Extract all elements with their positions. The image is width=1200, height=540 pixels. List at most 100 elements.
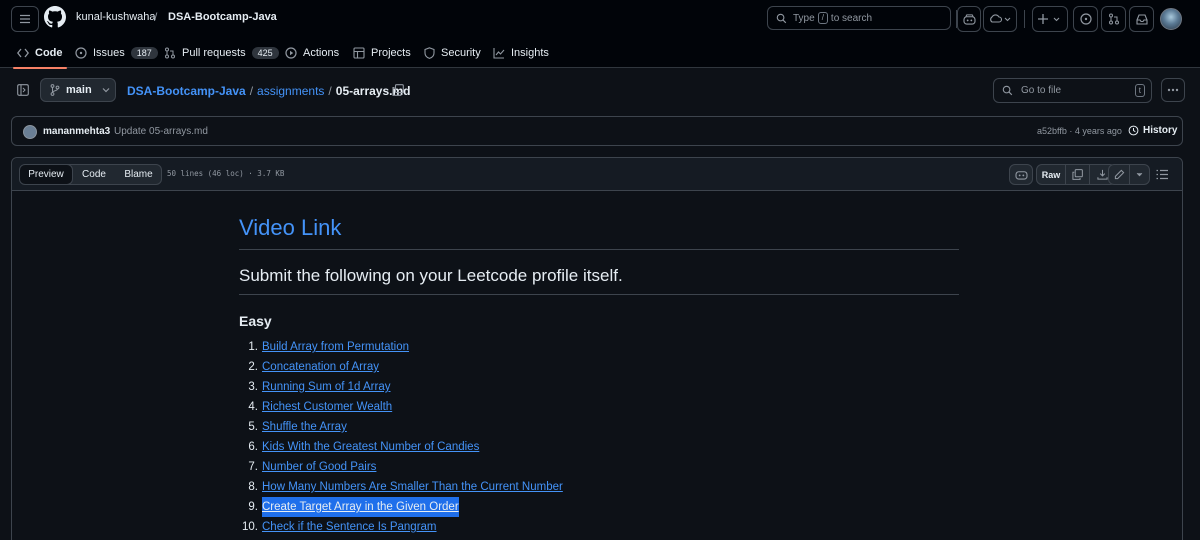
inbox-icon[interactable] [1129,6,1154,32]
commit-message[interactable]: Update 05-arrays.md [114,126,208,137]
copilot-dropdown-icon[interactable] [983,6,1017,32]
play-icon [285,47,297,59]
breadcrumb-repo-link[interactable]: DSA-Bootcamp-Java [127,84,246,98]
list-item: 4. Richest Customer Wealth [239,397,959,417]
tab-label: Insights [511,47,549,59]
easy-heading: Easy [239,313,272,329]
video-link[interactable]: Video Link [239,215,341,240]
shield-icon [423,47,435,59]
tab-label: Security [441,47,481,59]
branch-name: main [66,84,92,96]
tab-projects[interactable]: Projects [353,38,411,68]
repo-name-link[interactable]: DSA-Bootcamp-Java [168,11,277,23]
pull-request-icon [164,47,176,59]
hamburger-menu-icon[interactable] [11,6,39,32]
file-view: Preview Code Blame 50 lines (46 loc) · 3… [11,157,1183,540]
list-item: 3. Running Sum of 1d Array [239,377,959,397]
issues-icon[interactable] [1073,6,1098,32]
go-to-file-input[interactable]: Go to file t [993,78,1152,103]
chevron-down-icon [102,88,110,93]
list-item: 2. Concatenation of Array [239,357,959,377]
repo-nav-tabs: Code Issues 187 Pull requests 425 Action… [0,38,1200,69]
edit-button-group [1108,164,1150,185]
edit-dropdown-icon[interactable] [1129,165,1149,184]
pull-requests-count-badge: 425 [251,47,279,59]
problem-link[interactable]: Number of Good Pairs [262,457,376,477]
problem-link[interactable]: Check if the Sentence Is Pangram [262,517,437,537]
tab-pull-requests[interactable]: Pull requests 425 [164,38,279,68]
breadcrumb-separator: / [249,84,254,98]
copilot-icon[interactable] [957,6,981,32]
global-search-input[interactable]: Type / to search [767,6,951,30]
breadcrumb-folder-link[interactable]: assignments [257,84,324,98]
list-item: 6. Kids With the Greatest Number of Candi… [239,437,959,457]
problem-link[interactable]: Running Sum of 1d Array [262,377,391,397]
video-link-heading: Video Link [239,213,959,250]
history-button[interactable]: History [1128,125,1177,136]
search-label: Type [793,12,815,24]
issues-count-badge: 187 [130,47,158,59]
view-mode-toggle: Preview Code Blame [19,164,162,185]
branch-selector-button[interactable]: main [40,78,116,102]
copy-path-icon[interactable] [392,84,404,99]
repo-owner-link[interactable]: kunal-kushwaha [76,11,156,23]
list-item: 5. Shuffle the Array [239,417,959,437]
problem-link[interactable]: How Many Numbers Are Smaller Than the Cu… [262,477,563,497]
go-to-file-shortcut-key: t [1134,84,1145,97]
create-new-icon[interactable] [1032,6,1068,32]
tab-actions[interactable]: Actions [285,38,339,68]
user-avatar[interactable] [1160,8,1182,30]
pull-requests-icon[interactable] [1101,6,1126,32]
tab-insights[interactable]: Insights [493,38,549,68]
outline-list-icon[interactable] [1156,169,1168,183]
side-panel-toggle-icon[interactable] [17,84,29,99]
issues-icon [75,47,87,59]
header-divider [1024,10,1025,28]
git-branch-icon [50,84,60,96]
history-label: History [1143,125,1178,136]
committer-name[interactable]: mananmehta3 [43,126,110,137]
graph-icon [493,47,505,59]
tab-label: Projects [371,47,411,59]
more-options-icon[interactable] [1161,78,1185,102]
tab-label: Actions [303,47,340,59]
github-logo-icon[interactable] [44,6,66,28]
problem-link[interactable]: Shuffle the Array [262,417,347,437]
breadcrumb-separator: / [328,84,332,98]
problem-link[interactable]: Richest Customer Wealth [262,397,392,417]
search-suffix: to search [830,12,873,24]
problem-link-selected[interactable]: Create Target Array in the Given Order [262,497,459,517]
code-view-tab[interactable]: Code [72,165,116,184]
problem-link[interactable]: Build Array from Permutation [262,337,409,357]
tab-issues[interactable]: Issues 187 [75,38,158,68]
commit-hash-time[interactable]: a52bffb · 4 years ago [1037,126,1122,136]
file-stats: 50 lines (46 loc) · 3.7 KB [167,169,285,178]
markdown-body: Video Link Submit the following on your … [239,213,959,537]
tab-label: Issues [93,47,125,59]
section-heading: Submit the following on your Leetcode pr… [239,264,959,295]
tab-code[interactable]: Code [13,38,66,69]
blame-tab[interactable]: Blame [116,165,161,184]
path-separator: / [154,10,158,24]
problem-link[interactable]: Concatenation of Array [262,357,379,377]
list-item: 8. How Many Numbers Are Smaller Than the … [239,477,959,497]
copilot-icon[interactable] [1009,164,1033,185]
file-path-bar: main DSA-Bootcamp-Java / assignments / 0… [0,78,1200,106]
list-item: 1. Build Array from Permutation [239,337,959,357]
table-icon [353,47,365,59]
search-shortcut-key: / [817,12,828,24]
list-item: 9. Create Target Array in the Given Order [239,497,959,517]
pencil-icon[interactable] [1109,169,1129,180]
history-icon [1128,125,1139,136]
raw-button[interactable]: Raw [1037,170,1065,180]
tab-security[interactable]: Security [423,38,481,68]
list-item: 10. Check if the Sentence Is Pangram [239,517,959,537]
search-icon [776,13,787,23]
committer-avatar[interactable] [23,125,37,139]
problem-link[interactable]: Kids With the Greatest Number of Candies [262,437,479,457]
file-header: Preview Code Blame 50 lines (46 loc) · 3… [12,158,1182,191]
copy-raw-icon[interactable] [1065,165,1089,184]
global-header: kunal-kushwaha / DSA-Bootcamp-Java Type … [0,0,1200,69]
list-item: 7. Number of Good Pairs [239,457,959,477]
preview-tab[interactable]: Preview [20,165,73,184]
